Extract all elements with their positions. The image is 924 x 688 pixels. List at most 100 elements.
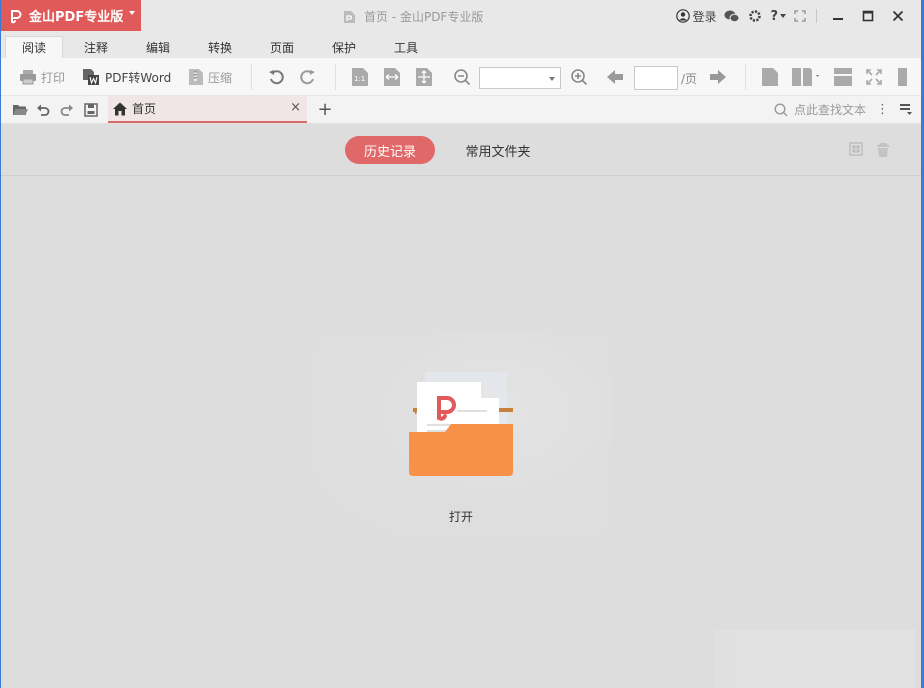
toolbar-separator — [251, 64, 252, 90]
zoom-out-icon — [454, 69, 471, 86]
redo-icon — [60, 104, 73, 116]
help-icon: ? — [770, 8, 778, 24]
title-controls: 登录 ? — [668, 7, 911, 25]
window-title-text: 首页 - 金山PDF专业版 — [364, 10, 484, 24]
document-tab-home[interactable]: 首页 × — [108, 96, 307, 123]
tab-edit[interactable]: 编辑 — [133, 36, 183, 58]
close-tab-icon[interactable]: × — [290, 100, 301, 115]
toolbar-overflow-button[interactable] — [897, 58, 909, 96]
next-page-icon — [710, 70, 726, 84]
toolbar: 打印 PDF转Word 压缩 1:1 /页 — [1, 58, 921, 96]
fullscreen-button[interactable] — [865, 58, 883, 96]
compress-icon — [189, 69, 203, 85]
document-tab-label: 首页 — [132, 102, 157, 116]
document-icon — [344, 10, 355, 23]
search-icon — [774, 102, 788, 116]
close-icon — [892, 10, 904, 22]
folder-with-pdf-icon — [409, 372, 513, 476]
undo-icon — [37, 104, 50, 116]
pdf-to-word-button[interactable]: PDF转Word — [81, 58, 171, 96]
zoom-out-button[interactable] — [453, 58, 471, 96]
redo-button[interactable] — [58, 101, 76, 119]
ribbon-tabs: 阅读 注释 编辑 转换 页面 保护 工具 — [1, 32, 921, 58]
app-logo-icon — [11, 9, 22, 23]
open-label[interactable]: 打开 — [441, 508, 481, 525]
fullscreen-icon — [794, 10, 806, 22]
undo-button[interactable] — [34, 101, 52, 119]
app-window: 金山PDF专业版 首页 - 金山PDF专业版 登录 ? 阅读 注释 编辑 转换 … — [0, 0, 924, 688]
fullscreen-toggle[interactable] — [794, 7, 806, 25]
minimize-button[interactable] — [825, 7, 851, 25]
prev-page-button[interactable] — [606, 58, 624, 96]
find-text-search[interactable]: 点此查找文本 ⋮ — [774, 101, 889, 118]
tab-page[interactable]: 页面 — [257, 36, 307, 58]
history-tab[interactable]: 历史记录 — [345, 136, 435, 164]
compress-button[interactable]: 压缩 — [188, 58, 232, 96]
new-tab-button[interactable]: + — [316, 99, 334, 120]
tab-read[interactable]: 阅读 — [5, 36, 63, 58]
tab-protect[interactable]: 保护 — [319, 36, 369, 58]
close-window-button[interactable] — [885, 7, 911, 25]
continuous-button[interactable] — [833, 58, 853, 96]
grid-view-icon[interactable] — [849, 142, 863, 156]
zoom-dropdown-icon — [549, 77, 555, 81]
tab-convert[interactable]: 转换 — [195, 36, 245, 58]
zoom-in-button[interactable] — [570, 58, 588, 96]
help-dropdown-icon — [780, 14, 786, 18]
clear-history-icon[interactable] — [875, 142, 891, 158]
background-smudge — [715, 630, 915, 688]
single-page-button[interactable] — [761, 58, 779, 96]
wechat-button[interactable] — [724, 7, 740, 25]
tab-menu-button[interactable] — [899, 102, 913, 119]
page-number-input[interactable] — [634, 66, 678, 90]
next-page-button[interactable] — [709, 58, 727, 96]
minimize-icon — [833, 18, 843, 20]
tab-annotate[interactable]: 注释 — [71, 36, 121, 58]
fit-page-button[interactable] — [415, 58, 433, 96]
tab-tools[interactable]: 工具 — [381, 36, 431, 58]
fit-page-icon — [416, 68, 432, 86]
rotate-left-button[interactable] — [267, 58, 285, 96]
page-total-label: /页 — [681, 72, 698, 86]
settings-button[interactable] — [748, 7, 762, 25]
app-menu-arrow-icon — [129, 11, 135, 15]
continuous-icon — [834, 68, 852, 86]
open-file-area[interactable] — [407, 368, 519, 481]
actual-size-icon: 1:1 — [352, 68, 368, 86]
maximize-icon — [862, 10, 874, 22]
compress-label: 压缩 — [208, 70, 233, 85]
double-page-icon — [792, 68, 819, 86]
common-folders-tab[interactable]: 常用文件夹 — [453, 136, 543, 164]
rotate-right-button[interactable] — [299, 58, 317, 96]
wechat-icon — [724, 10, 740, 23]
home-icon — [113, 102, 127, 115]
login-button[interactable]: 登录 — [676, 7, 716, 25]
actual-size-button[interactable]: 1:1 — [351, 58, 369, 96]
view-mode-toggles — [849, 142, 891, 158]
app-menu-button[interactable]: 金山PDF专业版 — [1, 0, 141, 31]
rotate-right-icon — [300, 70, 315, 85]
fit-width-icon — [384, 68, 400, 86]
gear-icon — [749, 10, 762, 22]
zoom-select[interactable] — [479, 67, 561, 89]
double-page-button[interactable] — [791, 58, 821, 96]
help-button[interactable]: ? — [770, 7, 786, 25]
more-options-icon[interactable]: ⋮ — [876, 102, 889, 117]
window-title: 首页 - 金山PDF专业版 — [343, 8, 483, 25]
content-divider — [1, 175, 921, 176]
print-button[interactable]: 打印 — [19, 58, 65, 96]
home-view-switcher: 历史记录 常用文件夹 — [345, 136, 543, 164]
maximize-button[interactable] — [855, 7, 881, 25]
prev-page-icon — [607, 70, 623, 84]
single-page-icon — [762, 68, 778, 86]
zoom-in-icon — [571, 69, 588, 86]
save-button[interactable] — [82, 101, 100, 119]
login-label: 登录 — [692, 9, 717, 24]
fit-width-button[interactable] — [383, 58, 401, 96]
document-tab-bar: 首页 × + 点此查找文本 ⋮ — [1, 96, 921, 124]
save-icon — [84, 103, 98, 117]
open-file-button[interactable] — [11, 101, 29, 119]
title-bar: 金山PDF专业版 首页 - 金山PDF专业版 登录 ? — [1, 0, 921, 32]
toolbar-separator — [745, 64, 746, 90]
user-icon — [676, 9, 691, 23]
